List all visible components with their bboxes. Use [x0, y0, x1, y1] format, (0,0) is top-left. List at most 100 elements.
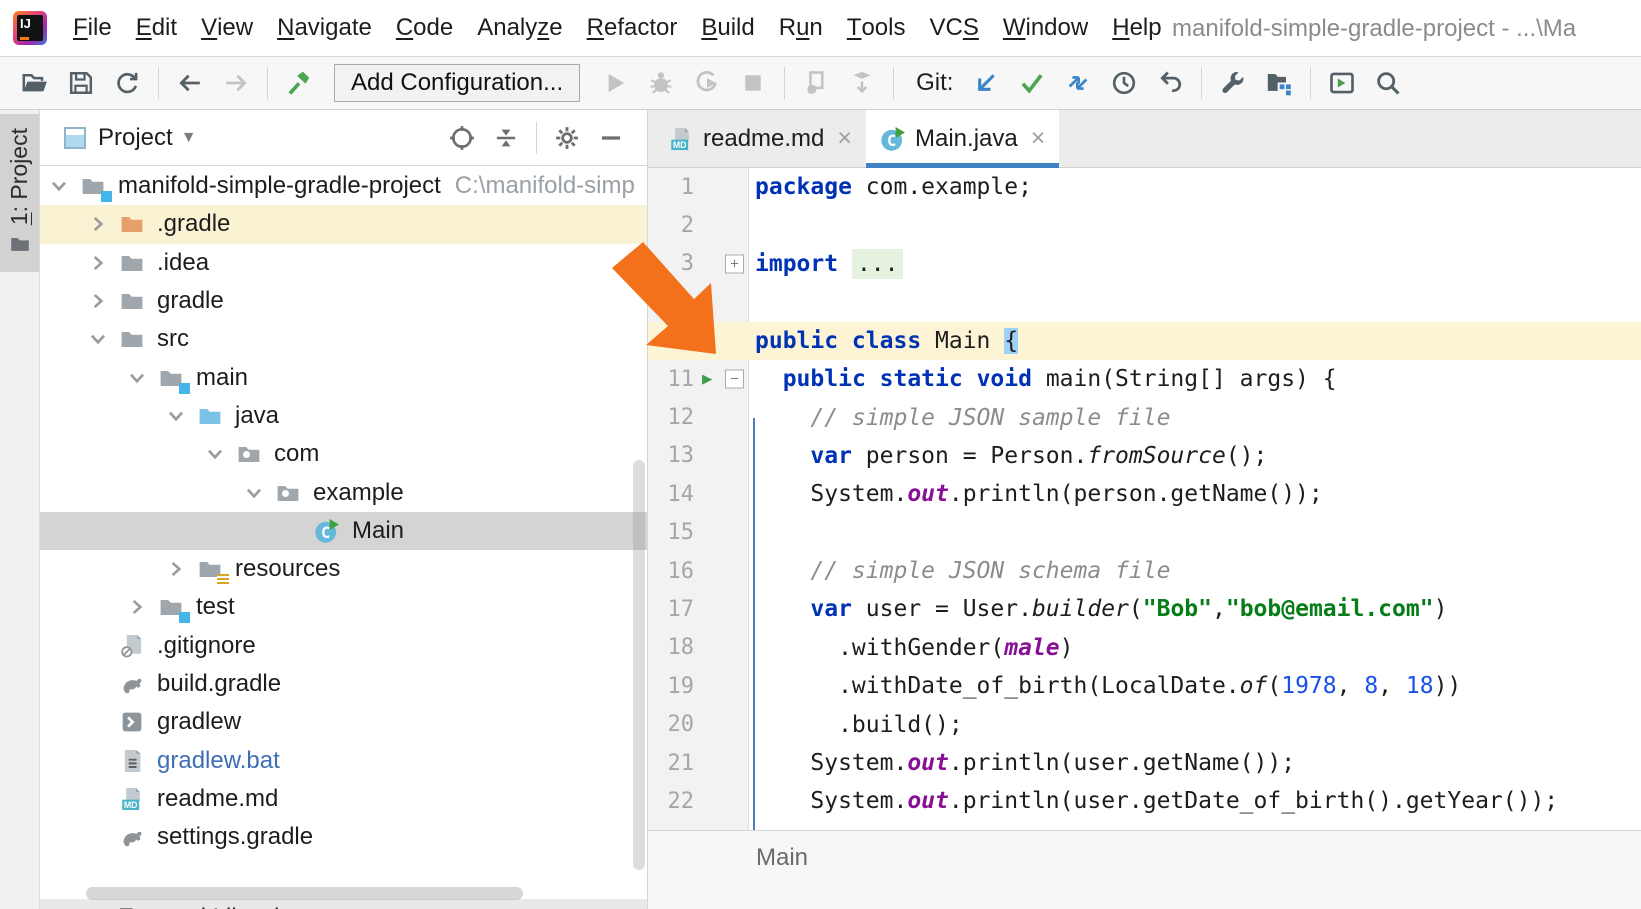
tree-row[interactable]: build.gradle: [40, 665, 647, 703]
tree-row[interactable]: External Libraries: [40, 899, 647, 909]
run-anything-button[interactable]: [1319, 63, 1365, 103]
tree-row[interactable]: gradle: [40, 282, 647, 320]
tree-row[interactable]: settings.gradle: [40, 818, 647, 856]
chevron-right-icon[interactable]: [87, 211, 119, 237]
menu-vcs[interactable]: VC S: [917, 0, 990, 56]
menu-refactor[interactable]: Refactor: [575, 0, 690, 56]
code-line: 15: [648, 514, 1641, 552]
tree-row[interactable]: .idea: [40, 244, 647, 282]
git-rollback-button[interactable]: [1147, 63, 1193, 103]
run-line-button[interactable]: ▶: [702, 370, 712, 388]
run-line-button[interactable]: ▶: [702, 332, 712, 349]
menu-file[interactable]: File: [61, 0, 124, 56]
save-all-button[interactable]: [58, 63, 104, 103]
breadcrumb: Main: [648, 830, 1641, 909]
tree-vertical-scrollbar[interactable]: [633, 460, 645, 870]
git-commit-button[interactable]: [1009, 63, 1055, 103]
chevron-right-icon[interactable]: [48, 905, 80, 909]
menu-help[interactable]: Help: [1100, 0, 1173, 56]
hide-panel-button[interactable]: [589, 118, 633, 158]
chevron-right-icon[interactable]: [165, 556, 197, 582]
panel-settings-button[interactable]: [545, 118, 589, 158]
tree-row[interactable]: resources: [40, 550, 647, 588]
tree-row[interactable]: test: [40, 588, 647, 626]
tree-row[interactable]: .gitignore: [40, 627, 647, 665]
tree-row[interactable]: .gradle: [40, 205, 647, 244]
fold-toggle[interactable]: +: [725, 254, 744, 274]
menu-edit[interactable]: Edit: [124, 0, 189, 56]
dump-threads-button: [839, 63, 885, 103]
menu-build[interactable]: Build: [689, 0, 766, 56]
project-stripe-label: 1: Project: [6, 128, 32, 226]
menu-view[interactable]: View: [189, 0, 265, 56]
tree-row[interactable]: main: [40, 358, 647, 396]
chevron-down-icon[interactable]: [204, 441, 236, 467]
tree-row[interactable]: example: [40, 473, 647, 511]
tree-horizontal-scrollbar[interactable]: [86, 887, 523, 900]
tree-row[interactable]: gradlew: [40, 703, 647, 741]
build-project-button[interactable]: [276, 63, 322, 103]
chevron-right-icon[interactable]: [126, 594, 158, 620]
menu-analyze[interactable]: Analy z e: [465, 0, 574, 56]
code-line: 3 + import ...: [648, 245, 1641, 283]
menu-tools[interactable]: Tools: [835, 0, 918, 56]
chevron-down-icon[interactable]: [126, 365, 158, 391]
chevron-right-icon[interactable]: [87, 288, 119, 314]
search-everywhere-button[interactable]: [1365, 63, 1411, 103]
chevron-glyph: [126, 596, 148, 618]
tab-readme.md[interactable]: readme.md ×: [654, 110, 866, 167]
line-number: 3: [680, 251, 694, 277]
tree-row[interactable]: gradlew.bat: [40, 741, 647, 779]
tab-Main.java[interactable]: Main.java ×: [866, 110, 1060, 168]
synchronize-button[interactable]: [104, 63, 150, 103]
back-button[interactable]: [167, 63, 213, 103]
package-dot: [282, 489, 289, 497]
gutter-markers: [694, 475, 748, 513]
tree-row[interactable]: readme.md: [40, 780, 647, 818]
hammer-icon: [285, 69, 313, 97]
fold-toggle[interactable]: −: [725, 369, 744, 389]
project-structure-button[interactable]: [1256, 63, 1302, 103]
gutter-markers: [694, 514, 748, 552]
chevron-right-icon[interactable]: [87, 250, 119, 276]
breadcrumb-item[interactable]: Main: [756, 844, 808, 871]
chevron-down-icon[interactable]: [87, 326, 119, 352]
menu-window[interactable]: Window: [991, 0, 1100, 56]
locate-file-button[interactable]: [440, 118, 484, 158]
chevron-glyph: [87, 328, 109, 350]
tree-row[interactable]: manifold-simple-gradle-project C:\manifol…: [40, 167, 647, 205]
tree-row[interactable]: java: [40, 397, 647, 435]
collapse-all-button[interactable]: [484, 118, 528, 158]
add-configuration-button[interactable]: Add Configuration...: [334, 64, 581, 102]
menu-run[interactable]: Run: [767, 0, 835, 56]
chevron-down-icon[interactable]: [243, 480, 275, 506]
menu-code[interactable]: Code: [384, 0, 465, 56]
close-icon[interactable]: ×: [837, 124, 852, 153]
tree-row[interactable]: src: [40, 320, 647, 358]
chevron-down-icon[interactable]: [165, 403, 197, 429]
intellij-logo-icon: IJ: [13, 11, 47, 45]
chevron-down-icon[interactable]: [48, 173, 80, 199]
line-number: 21: [667, 750, 695, 776]
project-stripe-tab[interactable]: 1: Project: [0, 114, 39, 272]
attach-to-process-button: [793, 63, 839, 103]
git-update-button[interactable]: [963, 63, 1009, 103]
chevron-down-icon[interactable]: ▼: [181, 129, 197, 147]
tree-item-label: src: [157, 325, 189, 353]
menu-bar: IJ File Edit View Navigate Code Analy z e Refact…: [0, 0, 1641, 57]
dump-icon: [848, 69, 876, 97]
coverage-icon: [693, 69, 721, 97]
gradle-glyph: [119, 824, 145, 850]
tree-row[interactable]: Main: [40, 511, 647, 550]
tree-row[interactable]: com: [40, 435, 647, 473]
local-history-button[interactable]: [1101, 63, 1147, 103]
structure-icon: [1265, 69, 1293, 97]
menu-navigate[interactable]: Navigate: [265, 0, 384, 56]
project-view-title[interactable]: Project: [98, 124, 173, 152]
close-icon[interactable]: ×: [1031, 124, 1046, 153]
git-push-button[interactable]: [1055, 63, 1101, 103]
code-editor[interactable]: 1 package com.example; 2 3 + import ... 10 ▶ pub…: [648, 168, 1641, 830]
settings-button[interactable]: [1210, 63, 1256, 103]
open-button[interactable]: [12, 63, 58, 103]
